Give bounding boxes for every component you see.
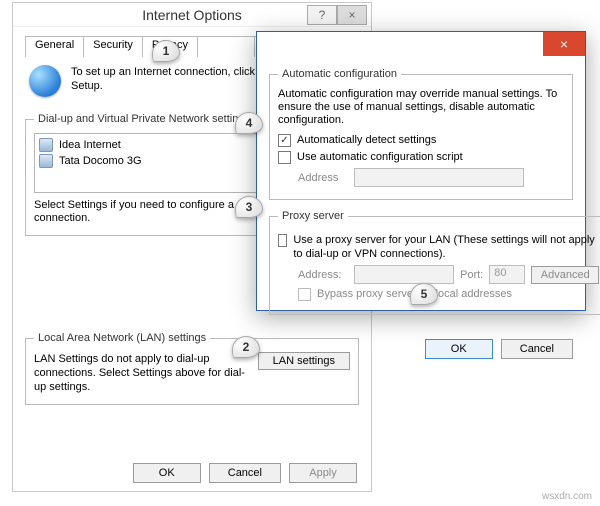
ok-button[interactable]: OK <box>133 463 201 483</box>
auto-config-note: Automatic configuration may override man… <box>278 88 564 127</box>
callout-3: 3 <box>235 196 263 218</box>
bypass-checkbox <box>298 288 311 301</box>
close-button[interactable]: × <box>543 32 585 56</box>
auto-address-input <box>354 168 524 187</box>
proxy-legend: Proxy server <box>278 210 348 222</box>
watermark: wsxdn.com <box>542 491 592 502</box>
auto-script-label: Use automatic configuration script <box>297 150 463 164</box>
proxy-address-input <box>354 265 454 284</box>
globe-icon <box>29 65 61 97</box>
callout-1: 1 <box>152 40 180 62</box>
proxy-port-input: 80 <box>489 265 525 284</box>
advanced-button[interactable]: Advanced <box>531 266 599 284</box>
auto-detect-checkbox[interactable] <box>278 134 291 147</box>
auto-config-legend: Automatic configuration <box>278 68 401 80</box>
auto-detect-label: Automatically detect settings <box>297 133 436 147</box>
use-proxy-label: Use a proxy server for your LAN (These s… <box>293 233 599 261</box>
lan-settings-dialog: × Automatic configuration Automatic conf… <box>256 31 586 311</box>
list-item-label: Tata Docomo 3G <box>59 155 142 167</box>
proxy-port-label: Port: <box>460 269 483 281</box>
callout-5: 5 <box>410 283 438 305</box>
connection-icon <box>39 138 53 152</box>
callout-4: 4 <box>235 112 263 134</box>
auto-script-checkbox[interactable] <box>278 151 291 164</box>
tab-hidden[interactable]: Content <box>197 36 256 57</box>
cancel-button[interactable]: Cancel <box>209 463 281 483</box>
tab-security[interactable]: Security <box>83 36 143 57</box>
tab-general[interactable]: General <box>25 36 84 57</box>
io-title: Internet Options <box>142 7 242 23</box>
list-item-label: Idea Internet <box>59 139 121 151</box>
ok-button[interactable]: OK <box>425 339 493 359</box>
lan-titlebar: × <box>257 32 585 56</box>
apply-button[interactable]: Apply <box>289 463 357 483</box>
io-titlebar: Internet Options ? × <box>13 3 371 27</box>
auto-address-label: Address <box>298 172 348 184</box>
connection-icon <box>39 154 53 168</box>
lan-legend: Local Area Network (LAN) settings <box>34 332 210 344</box>
help-button[interactable]: ? <box>307 5 337 25</box>
close-button[interactable]: × <box>337 5 367 25</box>
cancel-button[interactable]: Cancel <box>501 339 573 359</box>
callout-2: 2 <box>232 336 260 358</box>
setup-text: To set up an Internet connection, click … <box>71 65 279 93</box>
lan-hint: LAN Settings do not apply to dial-up con… <box>34 352 250 394</box>
use-proxy-checkbox[interactable] <box>278 234 287 247</box>
auto-config-group: Automatic configuration Automatic config… <box>269 68 573 200</box>
dialup-legend: Dial-up and Virtual Private Network sett… <box>34 113 254 125</box>
proxy-address-label: Address: <box>298 269 348 281</box>
